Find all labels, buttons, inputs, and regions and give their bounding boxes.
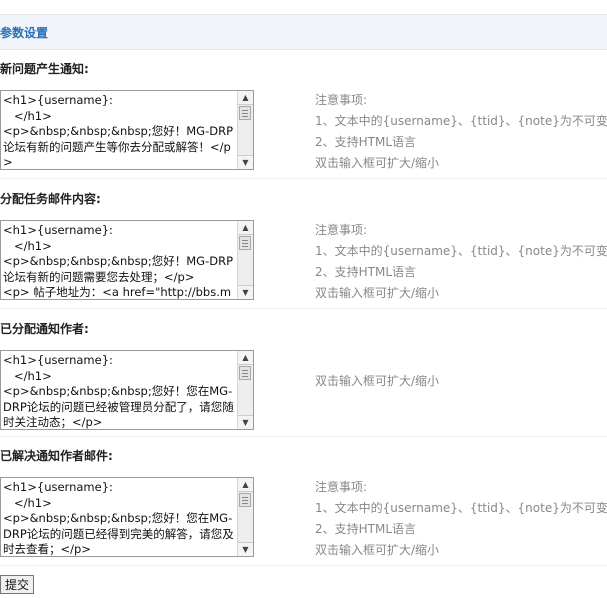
- scroll-thumb[interactable]: [239, 236, 251, 250]
- scroll-up-arrow-icon[interactable]: ▲: [238, 91, 253, 105]
- scroll-down-arrow-icon[interactable]: ▼: [238, 542, 253, 556]
- settings-header: 参数设置: [0, 14, 607, 50]
- scroll-thumb[interactable]: [239, 493, 251, 507]
- scroll-down-arrow-icon[interactable]: ▼: [238, 415, 253, 429]
- notes-item: 2、支持HTML语言: [315, 522, 417, 536]
- notes-new-question: 注意事项: 1、文本中的{username}、{ttid}、{note}为不可变…: [315, 90, 607, 174]
- page-title: 参数设置: [0, 26, 49, 40]
- scroll-down-arrow-icon[interactable]: ▼: [238, 285, 253, 299]
- new-question-textarea[interactable]: <h1>{username}: </h1> <p>&nbsp;&nbsp;&nb…: [0, 90, 254, 170]
- section-title-assign-task: 分配任务邮件内容:: [0, 192, 101, 206]
- resolved-notify-textarea[interactable]: <h1>{username}: </h1> <p>&nbsp;&nbsp;&nb…: [0, 477, 254, 557]
- scroll-up-arrow-icon[interactable]: ▲: [238, 351, 253, 365]
- scroll-up-arrow-icon[interactable]: ▲: [238, 221, 253, 235]
- assigned-notify-textarea[interactable]: <h1>{username}: </h1> <p>&nbsp;&nbsp;&nb…: [0, 350, 254, 430]
- section-title-assigned-notify: 已分配通知作者:: [0, 322, 89, 336]
- textarea-content[interactable]: <h1>{username}: </h1> <p>&nbsp;&nbsp;&nb…: [3, 223, 238, 299]
- textarea-scrollbar[interactable]: ▲ ▼: [237, 221, 253, 299]
- divider: [0, 308, 607, 309]
- notes-heading: 注意事项:: [315, 480, 368, 494]
- notes-heading: 注意事项:: [315, 93, 368, 107]
- notes-hint: 双击输入框可扩大/缩小: [315, 156, 440, 170]
- textarea-scrollbar[interactable]: ▲ ▼: [237, 91, 253, 169]
- notes-assign-task: 注意事项: 1、文本中的{username}、{ttid}、{note}为不可变…: [315, 220, 607, 304]
- scroll-thumb[interactable]: [239, 366, 251, 380]
- notes-item: 1、文本中的{username}、{ttid}、{note}为不可变部分: [315, 114, 607, 128]
- textarea-scrollbar[interactable]: ▲ ▼: [237, 478, 253, 556]
- notes-hint: 双击输入框可扩大/缩小: [315, 374, 440, 388]
- divider: [0, 436, 607, 437]
- scroll-up-arrow-icon[interactable]: ▲: [238, 478, 253, 492]
- section-title-resolved-notify: 已解决通知作者邮件:: [0, 449, 113, 463]
- notes-item: 2、支持HTML语言: [315, 265, 417, 279]
- textarea-content[interactable]: <h1>{username}: </h1> <p>&nbsp;&nbsp;&nb…: [3, 353, 238, 429]
- notes-item: 2、支持HTML语言: [315, 135, 417, 149]
- scroll-thumb[interactable]: [239, 106, 251, 120]
- notes-item: 1、文本中的{username}、{ttid}、{note}为不可变部分: [315, 244, 607, 258]
- section-title-new-question: 新问题产生通知:: [0, 62, 89, 76]
- notes-item: 1、文本中的{username}、{ttid}、{note}为不可变部分: [315, 501, 607, 515]
- submit-button[interactable]: 提交: [0, 575, 34, 594]
- notes-assigned-notify: 双击输入框可扩大/缩小: [315, 371, 439, 392]
- notes-resolved-notify: 注意事项: 1、文本中的{username}、{ttid}、{note}为不可变…: [315, 477, 607, 561]
- notes-heading: 注意事项:: [315, 223, 368, 237]
- scroll-down-arrow-icon[interactable]: ▼: [238, 155, 253, 169]
- assign-task-textarea[interactable]: <h1>{username}: </h1> <p>&nbsp;&nbsp;&nb…: [0, 220, 254, 300]
- divider: [0, 178, 607, 179]
- textarea-content[interactable]: <h1>{username}: </h1> <p>&nbsp;&nbsp;&nb…: [3, 93, 238, 169]
- notes-hint: 双击输入框可扩大/缩小: [315, 543, 440, 557]
- textarea-scrollbar[interactable]: ▲ ▼: [237, 351, 253, 429]
- divider: [0, 565, 607, 566]
- textarea-content[interactable]: <h1>{username}: </h1> <p>&nbsp;&nbsp;&nb…: [3, 480, 238, 556]
- notes-hint: 双击输入框可扩大/缩小: [315, 286, 440, 300]
